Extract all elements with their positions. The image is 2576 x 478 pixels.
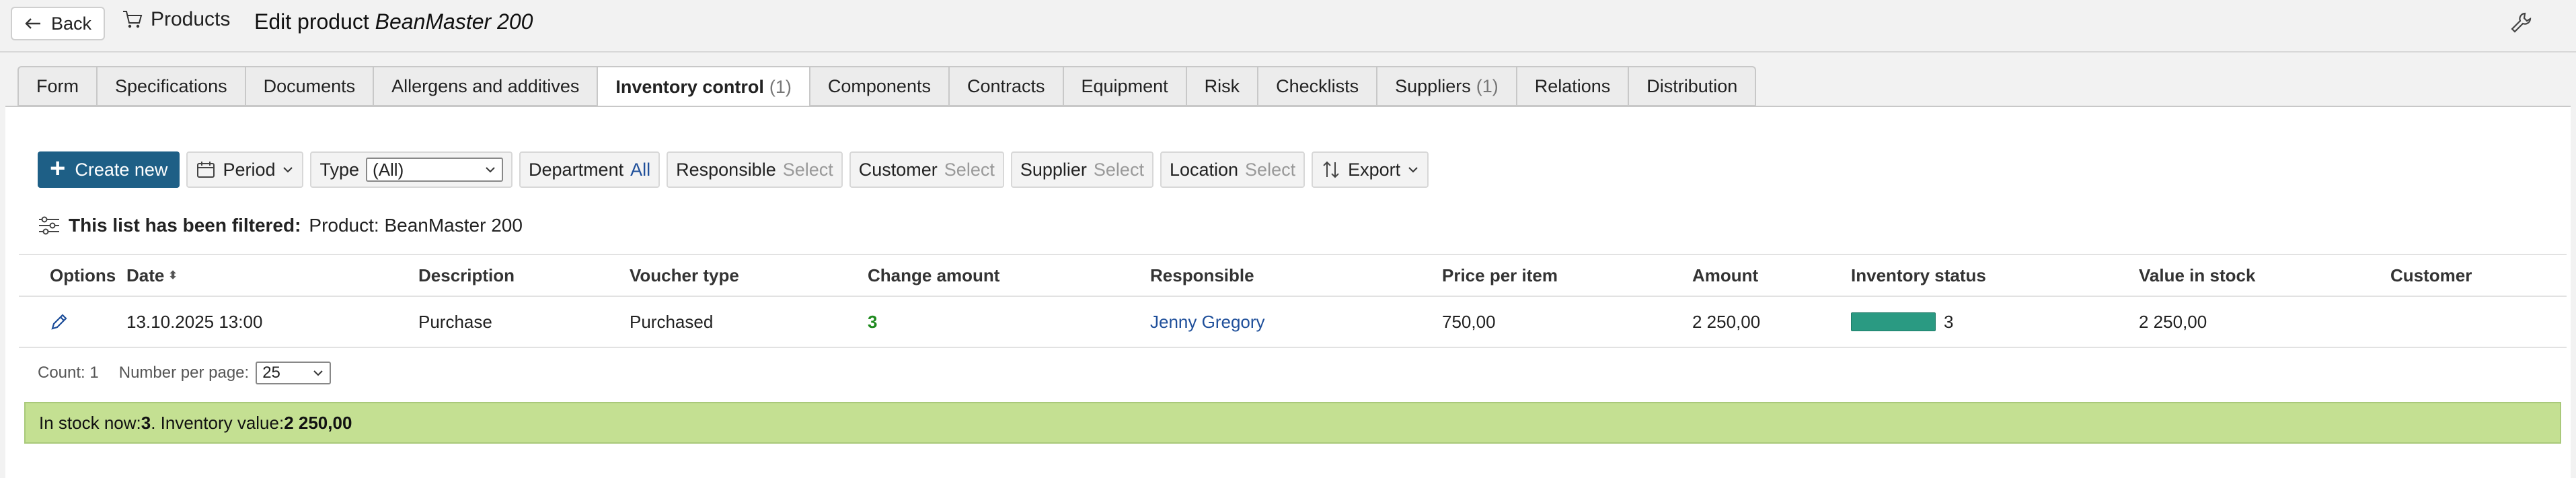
cell-voucher-type: Purchased (630, 311, 714, 332)
tab-suppliers[interactable]: Suppliers (1) (1377, 66, 1517, 106)
breadcrumb-products[interactable]: Products (151, 8, 230, 31)
col-change-amount: Change amount (868, 265, 1000, 285)
cell-inventory-status: 3 (1851, 297, 1953, 347)
export-button[interactable]: Export (1312, 151, 1429, 188)
inventory-table: Options Date ⬍ Description Voucher type … (19, 254, 2567, 348)
col-voucher-type: Voucher type (630, 265, 739, 285)
toolbar: + Create new Period Type (All) Departmen… (38, 151, 1429, 188)
col-customer: Customer (2390, 265, 2472, 285)
tab-distribution[interactable]: Distribution (1629, 66, 1757, 106)
stock-summary-bar: In stock now: 3. Inventory value: 2 250,… (24, 402, 2561, 444)
col-price-per-item: Price per item (1442, 265, 1558, 285)
cell-price-per-item: 750,00 (1442, 311, 1496, 332)
period-filter[interactable]: Period (186, 151, 304, 188)
stock-count: 3 (141, 412, 151, 433)
tab-allergens[interactable]: Allergens and additives (374, 66, 599, 106)
tab-documents[interactable]: Documents (245, 66, 375, 106)
chevron-down-icon (313, 370, 323, 376)
cell-description: Purchase (418, 311, 492, 332)
filter-sliders-icon (39, 216, 59, 235)
chevron-down-icon (486, 167, 495, 173)
edit-pencil-icon[interactable] (48, 297, 70, 347)
chevron-down-icon (1408, 167, 1418, 173)
create-new-button[interactable]: + Create new (38, 151, 180, 188)
sort-icon: ⬍ (168, 270, 178, 281)
calendar-icon (197, 162, 215, 178)
page-title: Edit product BeanMaster 200 (254, 9, 533, 34)
cell-amount: 2 250,00 (1692, 311, 1761, 332)
cell-value-in-stock: 2 250,00 (2139, 311, 2207, 332)
customer-filter[interactable]: Customer Select (849, 151, 1004, 188)
col-date[interactable]: Date ⬍ (126, 255, 178, 296)
back-label: Back (51, 13, 92, 34)
type-select[interactable]: (All) (366, 158, 504, 182)
col-description: Description (418, 265, 515, 285)
department-value: All (630, 159, 651, 180)
sort-arrows-icon (1323, 161, 1339, 178)
per-page-select[interactable]: 25 (256, 362, 332, 384)
tab-risk[interactable]: Risk (1186, 66, 1259, 106)
main-panel: + Create new Period Type (All) Departmen… (5, 106, 2571, 478)
tab-specifications[interactable]: Specifications (98, 66, 246, 106)
tab-bar: Form Specifications Documents Allergens … (17, 66, 1757, 108)
col-inventory-status: Inventory status (1851, 265, 1986, 285)
cell-change-amount: 3 (868, 311, 878, 332)
row-count: Count: 1 (38, 364, 99, 382)
filter-notice: This list has been filtered: Product: Be… (38, 215, 523, 236)
responsible-filter[interactable]: Responsible Select (667, 151, 843, 188)
table-row[interactable]: 13.10.2025 13:00 Purchase Purchased 3 Je… (19, 297, 2567, 348)
location-filter[interactable]: Location Select (1160, 151, 1305, 188)
tab-components[interactable]: Components (810, 66, 950, 106)
wrench-icon[interactable] (2507, 9, 2534, 36)
cell-responsible-link[interactable]: Jenny Gregory (1150, 297, 1265, 347)
tab-inventory-control[interactable]: Inventory control (1) (598, 66, 810, 108)
tab-form[interactable]: Form (17, 66, 98, 106)
cart-icon (123, 11, 143, 28)
supplier-filter[interactable]: Supplier Select (1010, 151, 1153, 188)
arrow-left-icon (25, 18, 40, 29)
table-header: Options Date ⬍ Description Voucher type … (19, 254, 2567, 297)
breadcrumb[interactable]: Products (121, 8, 230, 31)
chevron-down-icon (283, 167, 293, 173)
back-button[interactable]: Back (11, 7, 106, 40)
col-amount: Amount (1692, 265, 1759, 285)
col-options: Options (50, 265, 116, 285)
per-page-label: Number per page: (118, 364, 250, 382)
top-bar: Back Products Edit product BeanMaster 20… (0, 0, 2576, 53)
col-value-in-stock: Value in stock (2139, 265, 2256, 285)
pager: Count: 1 Number per page: 25 (38, 362, 332, 384)
tab-relations[interactable]: Relations (1517, 66, 1630, 106)
department-filter[interactable]: Department All (519, 151, 660, 188)
plus-icon: + (50, 153, 66, 183)
tab-contracts[interactable]: Contracts (949, 66, 1064, 106)
col-responsible: Responsible (1150, 265, 1254, 285)
type-filter: Type (All) (310, 151, 513, 188)
inventory-status-bar (1851, 312, 1936, 331)
tab-equipment[interactable]: Equipment (1063, 66, 1187, 106)
product-name: BeanMaster 200 (375, 9, 533, 34)
cell-date: 13.10.2025 13:00 (126, 311, 263, 332)
tab-checklists[interactable]: Checklists (1258, 66, 1378, 106)
inventory-value: 2 250,00 (284, 412, 352, 433)
